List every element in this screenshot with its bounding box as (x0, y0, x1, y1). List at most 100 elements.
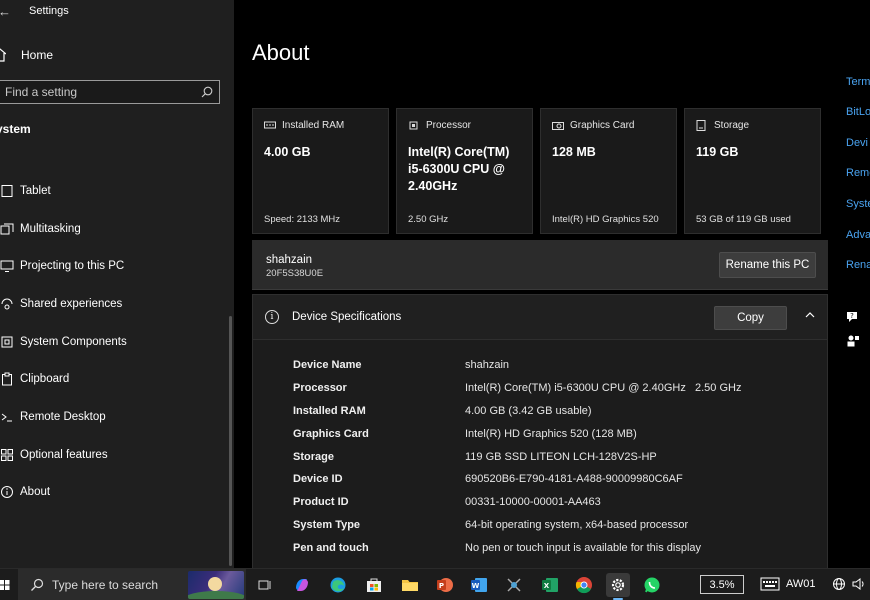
get-help-icon[interactable]: ? (846, 310, 860, 324)
powerpoint-icon[interactable]: P (433, 573, 457, 597)
sidebar-item-projecting[interactable]: Projecting to this PC (0, 247, 234, 285)
chrome-icon[interactable] (572, 573, 596, 597)
spec-row: System Type 64-bit operating system, x64-… (293, 514, 813, 537)
device-specifications-table: Device Name shahzain Processor Intel(R) Co… (252, 340, 828, 568)
spec-value: 690520B6-E790-4181-A488-90009980C6AF (465, 473, 683, 486)
sidebar-item-label: Shared experiences (20, 297, 123, 310)
feedback-icon[interactable] (846, 334, 860, 348)
sidebar-scrollbar[interactable] (229, 316, 232, 566)
sidebar-item-tablet[interactable]: Tablet (0, 172, 234, 210)
sidebar-item-label: Tablet (20, 184, 51, 197)
card-subtext: 53 GB of 119 GB used (696, 214, 791, 225)
system-components-icon (0, 334, 16, 350)
word-icon[interactable]: W (467, 573, 491, 597)
pc-name-panel: shahzain 20F5S38U0E Rename this PC (252, 240, 828, 290)
sidebar-item-optional-features[interactable]: Optional features (0, 436, 234, 474)
sidebar-item-about[interactable]: About (0, 474, 234, 512)
taskbar-search-input[interactable] (52, 578, 182, 592)
remote-desktop-icon (0, 409, 16, 425)
file-explorer-icon[interactable] (398, 573, 422, 597)
card-value: 4.00 GB (264, 145, 311, 159)
taskbar: P W X 3.5% AW01 (0, 568, 870, 600)
sidebar-item-system-components[interactable]: System Components (0, 323, 234, 361)
page-title: About (252, 40, 310, 65)
spec-value: Intel(R) Core(TM) i5-6300U CPU @ 2.40GHz… (465, 382, 742, 395)
network-tool-icon[interactable] (502, 573, 526, 597)
search-input[interactable] (5, 85, 185, 99)
card-subtext: Intel(R) HD Graphics 520 (552, 214, 659, 225)
spec-key: Pen and touch (293, 541, 369, 554)
sidebar-item-label: Remote Desktop (20, 410, 106, 423)
spec-row: Graphics Card Intel(R) HD Graphics 520 (1… (293, 422, 813, 445)
graphics-card-icon (552, 121, 564, 131)
sidebar-item-remote-desktop[interactable]: Remote Desktop (0, 398, 234, 436)
spec-row: Storage 119 GB SSD LITEON LCH-128V2S-HP (293, 445, 813, 468)
sidebar-item-label: System Components (20, 335, 127, 348)
shared-experiences-icon (0, 296, 16, 312)
title-bar: ← Settings (0, 0, 234, 22)
card-header: Installed RAM (282, 120, 345, 131)
spec-cards: Installed RAM 4.00 GB Speed: 2133 MHz Pr… (252, 108, 821, 234)
copy-button[interactable]: Copy (714, 306, 787, 330)
card-storage: Storage 119 GB 53 GB of 119 GB used (684, 108, 821, 234)
spec-key: Installed RAM (293, 404, 366, 417)
device-specifications-header[interactable]: i Device Specifications Copy (252, 294, 828, 340)
sidebar-item-clipboard[interactable]: Clipboard (0, 360, 234, 398)
taskbar-search-box[interactable] (18, 569, 246, 600)
spec-row: Processor Intel(R) Core(TM) i5-6300U CPU … (293, 377, 813, 400)
related-link[interactable]: Devi (846, 137, 868, 149)
rename-pc-button[interactable]: Rename this PC (719, 252, 816, 278)
related-link[interactable]: Syste (846, 198, 870, 210)
edge-browser-icon[interactable] (326, 573, 350, 597)
optional-features-icon (0, 447, 16, 463)
info-icon (0, 484, 16, 500)
related-link[interactable]: Remo (846, 167, 870, 179)
home-nav-item[interactable]: Home (0, 46, 53, 64)
keyboard-icon[interactable] (760, 576, 780, 592)
search-highlight-image[interactable] (188, 571, 244, 599)
info-icon: i (265, 310, 279, 324)
svg-text:W: W (472, 582, 480, 590)
task-view-icon[interactable] (253, 573, 277, 597)
settings-gear-icon[interactable] (606, 573, 630, 600)
related-link[interactable]: Rena (846, 259, 870, 271)
spec-key: Product ID (293, 496, 349, 509)
specs-title: Device Specifications (292, 311, 402, 323)
spec-row: Device Name shahzain (293, 354, 813, 377)
copilot-icon[interactable] (290, 573, 314, 597)
excel-icon[interactable]: X (538, 573, 562, 597)
home-label: Home (21, 48, 54, 62)
speaker-icon[interactable] (852, 577, 866, 591)
battery-percent-indicator[interactable]: 3.5% (700, 575, 744, 594)
find-setting-search[interactable] (0, 80, 220, 104)
keyboard-layout-label[interactable]: AW01 (786, 578, 816, 590)
spec-key: Device Name (293, 359, 362, 372)
whatsapp-icon[interactable] (640, 573, 664, 597)
sidebar-item-multitasking[interactable]: Multitasking (0, 210, 234, 248)
back-arrow-icon[interactable]: ← (0, 4, 16, 19)
start-button[interactable] (0, 569, 16, 600)
sidebar-item-label: About (20, 486, 51, 499)
card-graphics-card: Graphics Card 128 MB Intel(R) HD Graphic… (540, 108, 677, 234)
spec-value: shahzain (465, 359, 510, 372)
related-link[interactable]: Adva (846, 229, 870, 241)
ram-icon (264, 121, 276, 131)
sidebar-item-shared-experiences[interactable]: Shared experiences (0, 285, 234, 323)
network-globe-icon[interactable] (832, 577, 846, 591)
card-header: Storage (714, 120, 750, 131)
microsoft-store-icon[interactable] (362, 573, 386, 597)
related-link[interactable]: BitLo (846, 106, 870, 118)
spec-row: Pen and touch No pen or touch input is av… (293, 536, 813, 559)
spec-row: Installed RAM 4.00 GB (3.42 GB usable) (293, 400, 813, 423)
home-icon (0, 48, 6, 62)
related-link[interactable]: Term (846, 76, 870, 88)
chevron-up-icon[interactable] (805, 310, 815, 320)
spec-value: 00331-10000-00001-AA463 (465, 496, 601, 509)
card-subtext: 2.50 GHz (408, 214, 449, 225)
spec-key: System Type (293, 518, 361, 531)
search-icon[interactable] (201, 86, 213, 98)
card-processor: Processor Intel(R) Core(TM) i5-6300U CPU… (396, 108, 533, 234)
spec-value: No pen or touch input is available for t… (465, 541, 702, 554)
spec-row: Device ID 690520B6-E790-4181-A488-9000998… (293, 468, 813, 491)
card-subtext: Speed: 2133 MHz (264, 214, 341, 225)
